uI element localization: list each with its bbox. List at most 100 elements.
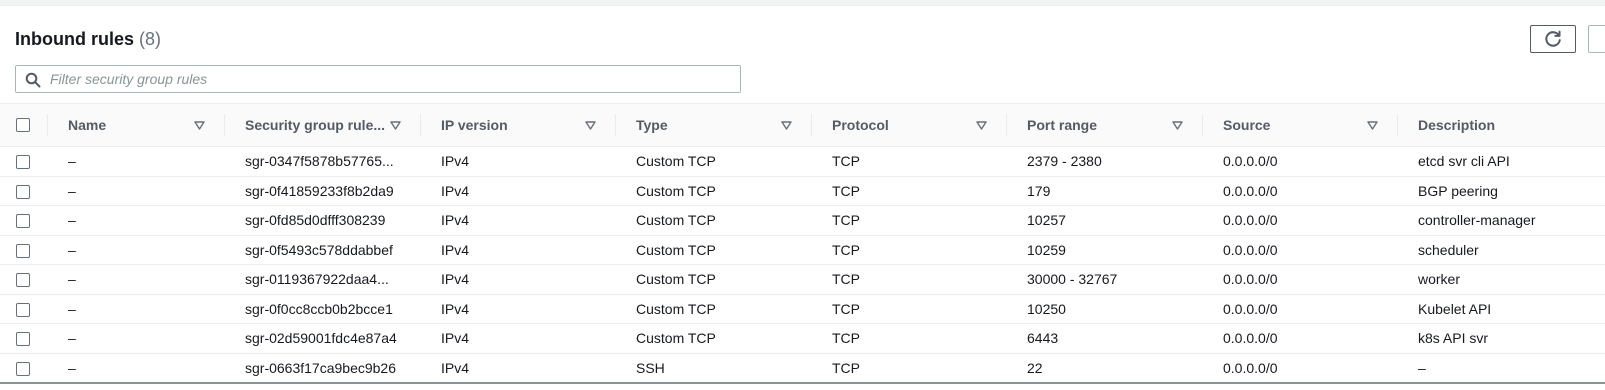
table-row[interactable]: – sgr-0663f17ca9bec9b26 IPv4 SSH TCP 22 … bbox=[0, 353, 1605, 384]
actions-button[interactable] bbox=[1588, 25, 1605, 53]
column-header-source[interactable]: Source bbox=[1203, 103, 1398, 147]
cell-name: – bbox=[48, 294, 225, 324]
sort-down-icon[interactable] bbox=[1172, 120, 1183, 130]
cell-description: worker bbox=[1398, 264, 1605, 295]
cell-ip-version: IPv4 bbox=[421, 323, 616, 354]
cell-protocol: TCP bbox=[812, 323, 1007, 354]
column-label: Source bbox=[1223, 117, 1271, 133]
cell-type: Custom TCP bbox=[616, 146, 812, 177]
sort-down-icon[interactable] bbox=[390, 120, 401, 130]
row-checkbox[interactable] bbox=[16, 184, 30, 199]
row-checkbox[interactable] bbox=[16, 155, 30, 170]
row-select-cell bbox=[0, 264, 48, 295]
column-header-protocol[interactable]: Protocol bbox=[812, 103, 1007, 147]
column-label: Port range bbox=[1027, 117, 1098, 133]
cell-name: – bbox=[48, 146, 225, 177]
row-select-cell bbox=[0, 146, 48, 177]
row-checkbox[interactable] bbox=[16, 361, 30, 376]
cell-type: Custom TCP bbox=[616, 235, 812, 265]
row-select-cell bbox=[0, 353, 48, 384]
cell-port-range: 6443 bbox=[1007, 323, 1203, 354]
row-select-cell bbox=[0, 294, 48, 324]
cell-port-range: 2379 - 2380 bbox=[1007, 146, 1203, 177]
column-header-rule-id[interactable]: Security group rule... bbox=[225, 103, 421, 147]
search-field[interactable] bbox=[15, 65, 741, 93]
sort-down-icon[interactable] bbox=[194, 120, 205, 130]
refresh-button[interactable] bbox=[1530, 25, 1576, 53]
cell-name: – bbox=[48, 323, 225, 354]
page-title: Inbound rules (8) bbox=[15, 29, 161, 50]
cell-name: – bbox=[48, 205, 225, 236]
table-row[interactable]: – sgr-0f0cc8ccb0b2bcce1 IPv4 Custom TCP … bbox=[0, 294, 1605, 324]
cell-name: – bbox=[48, 264, 225, 295]
row-checkbox[interactable] bbox=[16, 273, 30, 288]
cell-source: 0.0.0.0/0 bbox=[1203, 146, 1398, 177]
column-label: IP version bbox=[441, 117, 508, 133]
cell-description: k8s API svr bbox=[1398, 323, 1605, 354]
cell-rule-id: sgr-0f5493c578ddabbef bbox=[225, 235, 421, 265]
sort-down-icon[interactable] bbox=[585, 120, 596, 130]
cell-name: – bbox=[48, 176, 225, 206]
table-row[interactable]: – sgr-0f41859233f8b2da9 IPv4 Custom TCP … bbox=[0, 176, 1605, 206]
table-row[interactable]: – sgr-02d59001fdc4e87a4 IPv4 Custom TCP … bbox=[0, 323, 1605, 354]
column-label: Protocol bbox=[832, 117, 889, 133]
row-checkbox[interactable] bbox=[16, 302, 30, 317]
column-label: Type bbox=[636, 117, 668, 133]
cell-source: 0.0.0.0/0 bbox=[1203, 264, 1398, 295]
cell-rule-id: sgr-0347f5878b57765... bbox=[225, 146, 421, 177]
cell-description: controller-manager bbox=[1398, 205, 1605, 236]
sort-down-icon[interactable] bbox=[1367, 120, 1378, 130]
cell-rule-id: sgr-0fd85d0dfff308239 bbox=[225, 205, 421, 236]
cell-port-range: 22 bbox=[1007, 353, 1203, 384]
row-select-cell bbox=[0, 235, 48, 265]
cell-source: 0.0.0.0/0 bbox=[1203, 235, 1398, 265]
table-row[interactable]: – sgr-0fd85d0dfff308239 IPv4 Custom TCP … bbox=[0, 205, 1605, 236]
cell-type: Custom TCP bbox=[616, 176, 812, 206]
cell-description: scheduler bbox=[1398, 235, 1605, 265]
cell-source: 0.0.0.0/0 bbox=[1203, 294, 1398, 324]
cell-port-range: 179 bbox=[1007, 176, 1203, 206]
cell-rule-id: sgr-0f0cc8ccb0b2bcce1 bbox=[225, 294, 421, 324]
row-checkbox[interactable] bbox=[16, 214, 30, 229]
cell-source: 0.0.0.0/0 bbox=[1203, 176, 1398, 206]
search-input[interactable] bbox=[50, 66, 730, 92]
cell-description: – bbox=[1398, 353, 1605, 384]
cell-ip-version: IPv4 bbox=[421, 146, 616, 177]
column-header-description[interactable]: Description bbox=[1398, 103, 1605, 147]
column-header-name[interactable]: Name bbox=[48, 103, 225, 147]
cell-port-range: 10257 bbox=[1007, 205, 1203, 236]
cell-source: 0.0.0.0/0 bbox=[1203, 353, 1398, 384]
cell-ip-version: IPv4 bbox=[421, 264, 616, 295]
cell-description: Kubelet API bbox=[1398, 294, 1605, 324]
column-header-port-range[interactable]: Port range bbox=[1007, 103, 1203, 147]
column-label: Description bbox=[1418, 117, 1496, 133]
table-row[interactable]: – sgr-0f5493c578ddabbef IPv4 Custom TCP … bbox=[0, 235, 1605, 265]
row-select-cell bbox=[0, 323, 48, 354]
select-all-checkbox[interactable] bbox=[16, 118, 30, 132]
cell-ip-version: IPv4 bbox=[421, 235, 616, 265]
cell-ip-version: IPv4 bbox=[421, 176, 616, 206]
column-header-ip-version[interactable]: IP version bbox=[421, 103, 616, 147]
title-text: Inbound rules bbox=[15, 29, 134, 49]
cell-protocol: TCP bbox=[812, 264, 1007, 295]
table-row[interactable]: – sgr-0347f5878b57765... IPv4 Custom TCP… bbox=[0, 146, 1605, 177]
column-header-type[interactable]: Type bbox=[616, 103, 812, 147]
row-checkbox[interactable] bbox=[16, 243, 30, 258]
cell-ip-version: IPv4 bbox=[421, 353, 616, 384]
table-header-row: Name Security group rule... IP version T… bbox=[0, 103, 1605, 147]
cell-rule-id: sgr-0f41859233f8b2da9 bbox=[225, 176, 421, 206]
row-checkbox[interactable] bbox=[16, 332, 30, 347]
cell-protocol: TCP bbox=[812, 353, 1007, 384]
sort-down-icon[interactable] bbox=[781, 120, 792, 130]
cell-protocol: TCP bbox=[812, 146, 1007, 177]
cell-type: Custom TCP bbox=[616, 323, 812, 354]
cell-rule-id: sgr-02d59001fdc4e87a4 bbox=[225, 323, 421, 354]
cell-source: 0.0.0.0/0 bbox=[1203, 323, 1398, 354]
table-row[interactable]: – sgr-0119367922daa4... IPv4 Custom TCP … bbox=[0, 264, 1605, 295]
column-label: Name bbox=[68, 117, 107, 133]
rule-count: (8) bbox=[139, 29, 162, 49]
search-icon bbox=[25, 72, 41, 88]
cell-name: – bbox=[48, 235, 225, 265]
sort-down-icon[interactable] bbox=[976, 120, 987, 130]
select-all-cell bbox=[0, 103, 48, 147]
